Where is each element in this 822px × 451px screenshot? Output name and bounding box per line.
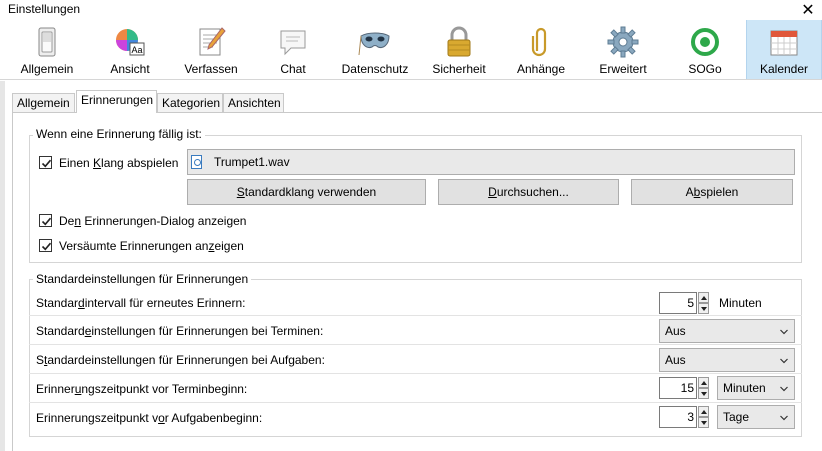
spin-up-icon[interactable] bbox=[698, 377, 709, 388]
event-offset-label: Erinnerungszeitpunkt vor Terminbeginn: bbox=[36, 382, 248, 396]
spin-up-icon[interactable] bbox=[698, 406, 709, 417]
spin-up-icon[interactable] bbox=[698, 292, 709, 303]
row-divider bbox=[29, 315, 802, 316]
toolbar-label: Anhänge bbox=[516, 62, 566, 76]
notepad-pencil-icon bbox=[199, 27, 226, 56]
checkmark-icon bbox=[41, 159, 52, 168]
toolbar-item-verfassen[interactable]: Verfassen bbox=[176, 20, 246, 79]
show-missed-checkbox[interactable] bbox=[39, 239, 52, 252]
show-dialog-checkbox[interactable] bbox=[39, 214, 52, 227]
audio-file-icon bbox=[191, 155, 202, 169]
task-offset-unit-select[interactable]: Tage bbox=[717, 405, 795, 429]
tab-ansichten[interactable]: Ansichten bbox=[223, 93, 284, 112]
window-title: Einstellungen bbox=[8, 2, 81, 16]
row-divider bbox=[29, 402, 802, 403]
padlock-icon bbox=[447, 26, 471, 57]
event-offset-value[interactable]: 15 bbox=[659, 377, 697, 399]
toolbar-label: Datenschutz bbox=[341, 62, 409, 76]
speech-bubble-icon bbox=[280, 30, 306, 56]
row-divider bbox=[29, 344, 802, 345]
due-reminder-legend: Wenn eine Erinnerung fällig ist: bbox=[33, 127, 205, 141]
sogo-icon bbox=[691, 28, 719, 56]
chevron-down-icon bbox=[780, 329, 788, 335]
event-default-value: Aus bbox=[665, 324, 686, 338]
checkmark-icon bbox=[41, 217, 52, 226]
task-offset-unit: Tage bbox=[723, 410, 750, 424]
use-default-sound-button[interactable]: Standardklang verwenden bbox=[187, 179, 426, 205]
task-default-select[interactable]: Aus bbox=[659, 348, 795, 372]
toolbar-item-sicherheit[interactable]: Sicherheit bbox=[424, 20, 494, 79]
snooze-interval-unit: Minuten bbox=[719, 296, 762, 310]
row-divider bbox=[29, 373, 802, 374]
play-button[interactable]: Abspielen bbox=[631, 179, 793, 205]
spin-down-icon[interactable] bbox=[698, 417, 709, 428]
color-wheel-font-icon: Aa bbox=[116, 29, 145, 56]
toolbar-item-ansicht[interactable]: Aa Ansicht bbox=[95, 20, 165, 79]
snooze-interval-value[interactable]: 5 bbox=[659, 292, 697, 314]
paperclip-icon bbox=[531, 27, 547, 57]
play-sound-checkbox[interactable] bbox=[39, 156, 52, 169]
window-edge bbox=[0, 81, 5, 451]
toolbar-label: Chat bbox=[280, 62, 306, 76]
toolbar-label: Kalender bbox=[759, 62, 809, 76]
snooze-interval-label: Standardintervall für erneutes Erinnern: bbox=[36, 296, 246, 310]
tab-kategorien[interactable]: Kategorien bbox=[157, 93, 223, 112]
chevron-down-icon bbox=[780, 386, 788, 392]
toolbar-label: Erweitert bbox=[599, 62, 647, 76]
light-switch-icon bbox=[38, 27, 56, 57]
title-bar: Einstellungen ✕ bbox=[0, 0, 822, 20]
task-default-value: Aus bbox=[665, 353, 686, 367]
event-offset-stepper[interactable]: 15 bbox=[659, 377, 709, 399]
toolbar-item-chat[interactable]: Chat bbox=[258, 20, 328, 79]
svg-text:Aa: Aa bbox=[132, 45, 143, 55]
gear-icon bbox=[607, 26, 639, 58]
preferences-toolbar: Allgemein Aa Ansicht Verfassen Chat Date… bbox=[0, 20, 822, 80]
spin-down-icon[interactable] bbox=[698, 388, 709, 399]
task-default-label: Standardeinstellungen für Erinnerungen b… bbox=[36, 353, 325, 367]
toolbar-item-erweitert[interactable]: Erweitert bbox=[588, 20, 658, 79]
event-offset-unit: Minuten bbox=[723, 381, 766, 395]
chevron-down-icon bbox=[780, 415, 788, 421]
close-icon[interactable]: ✕ bbox=[800, 0, 816, 20]
task-offset-value[interactable]: 3 bbox=[659, 406, 697, 428]
checkmark-icon bbox=[41, 242, 52, 251]
tab-erinnerungen[interactable]: Erinnerungen bbox=[76, 90, 157, 113]
spin-down-icon[interactable] bbox=[698, 303, 709, 314]
toolbar-label: Verfassen bbox=[184, 62, 238, 76]
event-default-label: Standardeinstellungen für Erinnerungen b… bbox=[36, 324, 324, 338]
snooze-interval-stepper[interactable]: 5 bbox=[659, 292, 709, 314]
task-offset-stepper[interactable]: 3 bbox=[659, 406, 709, 428]
toolbar-label: Sicherheit bbox=[432, 62, 486, 76]
toolbar-label: SOGo bbox=[688, 62, 722, 76]
show-dialog-label[interactable]: Den Erinnerungen-Dialog anzeigen bbox=[59, 214, 246, 228]
toolbar-item-datenschutz[interactable]: Datenschutz bbox=[338, 20, 412, 79]
sound-file-field[interactable]: Trumpet1.wav bbox=[187, 149, 795, 175]
tab-allgemein[interactable]: Allgemein bbox=[12, 93, 75, 112]
browse-button[interactable]: Durchsuchen... bbox=[438, 179, 619, 205]
toolbar-item-sogo[interactable]: SOGo bbox=[670, 20, 740, 79]
toolbar-item-anhaenge[interactable]: Anhänge bbox=[506, 20, 576, 79]
toolbar-label: Allgemein bbox=[20, 62, 74, 76]
event-default-select[interactable]: Aus bbox=[659, 319, 795, 343]
event-offset-unit-select[interactable]: Minuten bbox=[717, 376, 795, 400]
toolbar-item-kalender[interactable]: Kalender bbox=[746, 20, 822, 79]
chevron-down-icon bbox=[780, 358, 788, 364]
show-missed-label[interactable]: Versäumte Erinnerungen anzeigen bbox=[59, 239, 244, 253]
play-sound-label[interactable]: Einen Klang abspielen bbox=[59, 156, 178, 170]
sound-file-name: Trumpet1.wav bbox=[214, 155, 290, 169]
calendar-icon bbox=[770, 30, 798, 56]
toolbar-item-allgemein[interactable]: Allgemein bbox=[10, 20, 84, 79]
task-offset-label: Erinnerungszeitpunkt vor Aufgabenbeginn: bbox=[36, 411, 263, 425]
toolbar-label: Ansicht bbox=[110, 62, 150, 76]
mask-icon bbox=[358, 32, 390, 56]
defaults-legend: Standardeinstellungen für Erinnerungen bbox=[33, 272, 252, 286]
